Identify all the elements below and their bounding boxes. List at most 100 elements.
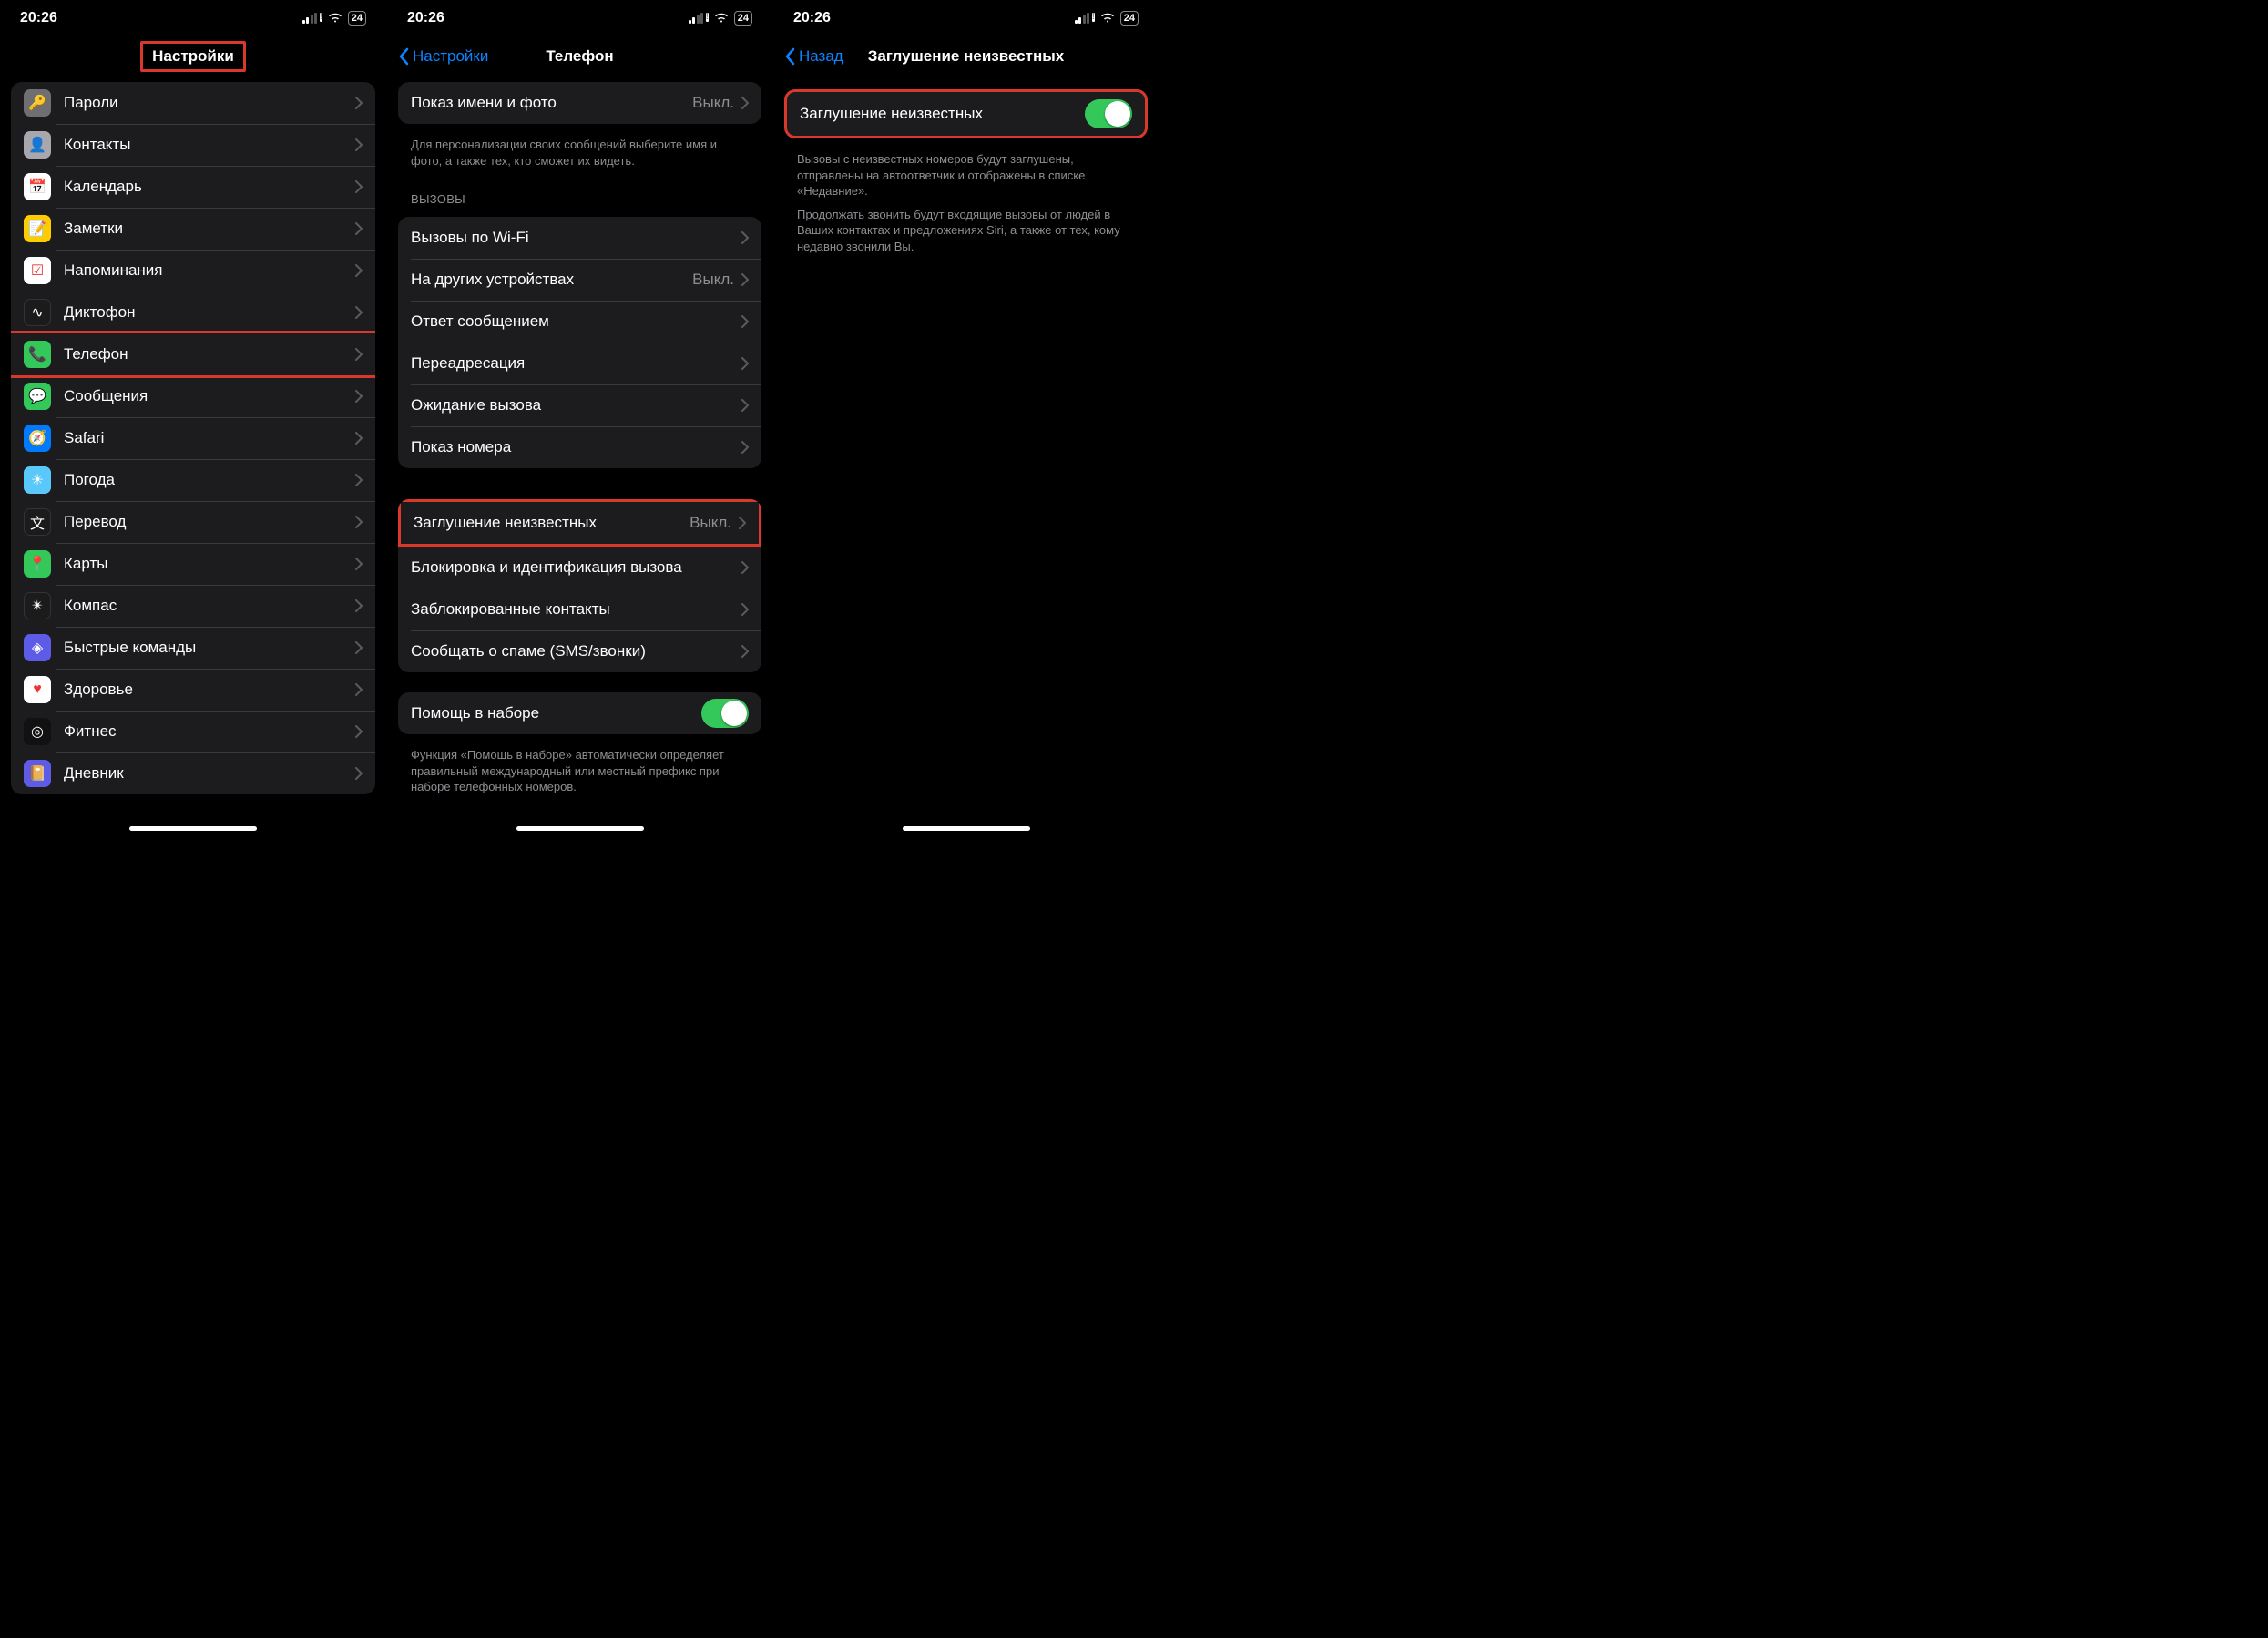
settings-row-label: Диктофон	[64, 303, 355, 322]
settings-row[interactable]: 📔Дневник	[11, 752, 375, 794]
fitness-icon: ◎	[24, 718, 51, 745]
blocking-row[interactable]: Сообщать о спаме (SMS/звонки)	[398, 630, 761, 672]
home-indicator[interactable]	[129, 826, 257, 831]
chevron-right-icon	[739, 517, 746, 529]
safari-icon: 🧭	[24, 425, 51, 452]
battery-icon: 24	[348, 11, 366, 26]
settings-row[interactable]: 👤Контакты	[11, 124, 375, 166]
row-label: Переадресация	[411, 354, 741, 373]
dial-assist-toggle[interactable]	[701, 699, 749, 728]
page-title: Телефон	[546, 47, 613, 66]
row-value: Выкл.	[692, 94, 734, 112]
row-value: Выкл.	[692, 271, 734, 289]
call-setting-row[interactable]: Ожидание вызова	[398, 384, 761, 426]
settings-row-label: Здоровье	[64, 681, 355, 699]
settings-row[interactable]: 🔑 Пароли	[11, 82, 375, 124]
chevron-right-icon	[741, 357, 749, 370]
row-label: Заглушение неизвестных	[414, 514, 690, 532]
chevron-right-icon	[741, 645, 749, 658]
dial-assist-row[interactable]: Помощь в наборе	[398, 692, 761, 734]
blocking-row[interactable]: Блокировка и идентификация вызова	[398, 547, 761, 589]
shortcuts-icon: ◈	[24, 634, 51, 661]
voice-memos-icon: ∿	[24, 299, 51, 326]
calls-group: Вызовы по Wi-FiНа других устройствахВыкл…	[398, 217, 761, 468]
chevron-right-icon	[741, 273, 749, 286]
section-header-calls: ВЫЗОВЫ	[398, 176, 761, 211]
settings-row[interactable]: ☀Погода	[11, 459, 375, 501]
dial-assist-caption: Функция «Помощь в наборе» автоматически …	[398, 747, 761, 803]
call-setting-row[interactable]: Вызовы по Wi-Fi	[398, 217, 761, 259]
chevron-right-icon	[355, 264, 363, 277]
settings-row-label: Сообщения	[64, 387, 355, 405]
chevron-right-icon	[355, 767, 363, 780]
home-indicator[interactable]	[903, 826, 1030, 831]
phone-icon: 📞	[24, 341, 51, 368]
home-indicator[interactable]	[516, 826, 644, 831]
settings-row-label: Календарь	[64, 178, 355, 196]
chevron-right-icon	[355, 474, 363, 486]
silence-unknown-toggle[interactable]	[1085, 99, 1132, 128]
chevron-right-icon	[355, 516, 363, 528]
row-label: Сообщать о спаме (SMS/звонки)	[411, 642, 741, 660]
settings-row[interactable]: 📅 Календарь	[11, 166, 375, 208]
settings-row[interactable]: ◈ Быстрые команды	[11, 627, 375, 669]
settings-row-label: Пароли	[64, 94, 355, 112]
row-label: Ответ сообщением	[411, 312, 741, 331]
settings-row[interactable]: 📍 Карты	[11, 543, 375, 585]
chevron-right-icon	[355, 558, 363, 570]
settings-row[interactable]: ☑Напоминания	[11, 250, 375, 292]
call-setting-row[interactable]: Показ номера	[398, 426, 761, 468]
silence-unknown-group: Заглушение неизвестных	[784, 89, 1148, 138]
chevron-right-icon	[355, 641, 363, 654]
chevron-right-icon	[355, 599, 363, 612]
key-icon: 🔑	[24, 89, 51, 117]
settings-row[interactable]: 📝Заметки	[11, 208, 375, 250]
battery-icon: 24	[734, 11, 752, 26]
chevron-right-icon	[355, 725, 363, 738]
weather-icon: ☀	[24, 466, 51, 494]
blocking-row[interactable]: Заблокированные контакты	[398, 589, 761, 630]
silence-caption-1: Вызовы с неизвестных номеров будут заглу…	[784, 151, 1148, 207]
settings-row[interactable]: 🧭 Safari	[11, 417, 375, 459]
call-setting-row[interactable]: Переадресация	[398, 343, 761, 384]
settings-row[interactable]: ✴Компас	[11, 585, 375, 627]
back-label: Назад	[799, 47, 843, 66]
back-button[interactable]: Настройки	[398, 47, 488, 66]
nav-header: Настройки	[0, 36, 386, 77]
settings-row[interactable]: 📞Телефон	[11, 333, 375, 375]
silence-unknown-row[interactable]: Заглушение неизвестных	[787, 92, 1145, 136]
screen-silence-unknown: 20:26 ! 24 Назад Заглушение неизвестных …	[772, 0, 1159, 836]
chevron-right-icon	[355, 390, 363, 403]
status-time: 20:26	[793, 10, 831, 26]
settings-row[interactable]: ◎Фитнес	[11, 711, 375, 752]
call-setting-row[interactable]: Ответ сообщением	[398, 301, 761, 343]
screen-settings: 20:26 ! 24 Настройки 🔑 Пароли 👤Контакты 📅 Ка…	[0, 0, 386, 836]
settings-row[interactable]: ∿ Диктофон	[11, 292, 375, 333]
settings-row-label: Быстрые команды	[64, 639, 355, 657]
settings-row-label: Дневник	[64, 764, 355, 783]
settings-row-label: Safari	[64, 429, 355, 447]
row-label: Блокировка и идентификация вызова	[411, 558, 741, 577]
chevron-left-icon	[784, 47, 795, 66]
calendar-icon: 📅	[24, 173, 51, 200]
chevron-right-icon	[355, 348, 363, 361]
settings-row-label: Карты	[64, 555, 355, 573]
wifi-icon	[714, 13, 729, 24]
page-title: Настройки	[140, 41, 246, 72]
settings-row[interactable]: 文Перевод	[11, 501, 375, 543]
back-button[interactable]: Назад	[784, 47, 843, 66]
maps-icon: 📍	[24, 550, 51, 578]
name-photo-row[interactable]: Показ имени и фотоВыкл.	[398, 82, 761, 124]
blocking-row[interactable]: Заглушение неизвестныхВыкл.	[401, 502, 759, 544]
settings-row[interactable]: 💬 Сообщения	[11, 375, 375, 417]
chevron-right-icon	[741, 399, 749, 412]
messages-icon: 💬	[24, 383, 51, 410]
row-label: Заблокированные контакты	[411, 600, 741, 619]
page-title: Заглушение неизвестных	[868, 47, 1064, 66]
settings-row[interactable]: ♥Здоровье	[11, 669, 375, 711]
status-time: 20:26	[20, 10, 57, 26]
call-setting-row[interactable]: На других устройствахВыкл.	[398, 259, 761, 301]
chevron-right-icon	[355, 222, 363, 235]
name-photo-caption: Для персонализации своих сообщений выбер…	[398, 137, 761, 176]
cellular-signal-icon: !	[302, 13, 322, 24]
